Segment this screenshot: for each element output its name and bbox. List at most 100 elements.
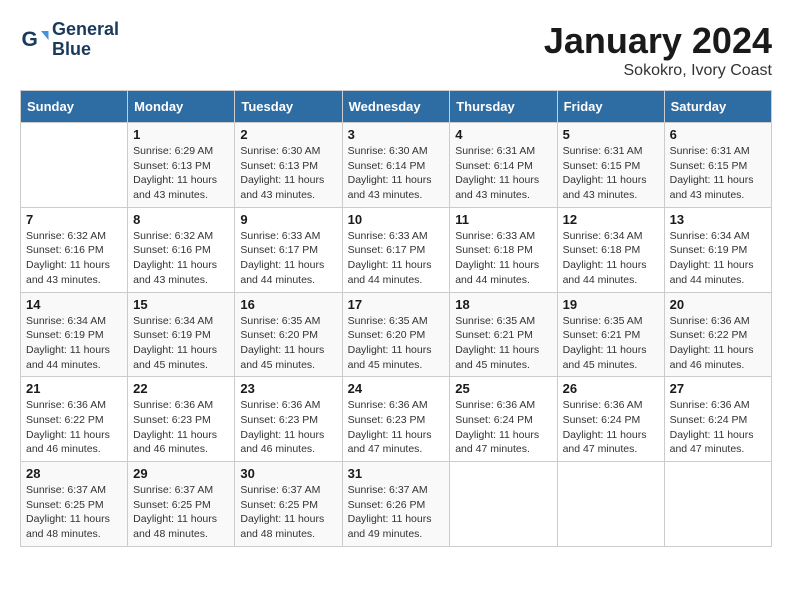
column-header-monday: Monday — [128, 91, 235, 123]
day-number: 11 — [455, 212, 551, 227]
day-number: 25 — [455, 381, 551, 396]
day-info: Sunrise: 6:36 AMSunset: 6:24 PMDaylight:… — [563, 398, 659, 457]
column-header-sunday: Sunday — [21, 91, 128, 123]
logo-icon: G — [20, 25, 50, 55]
calendar-cell: 23Sunrise: 6:36 AMSunset: 6:23 PMDayligh… — [235, 377, 342, 462]
day-number: 13 — [670, 212, 766, 227]
calendar-cell — [450, 462, 557, 547]
day-info: Sunrise: 6:33 AMSunset: 6:17 PMDaylight:… — [348, 229, 445, 288]
day-info: Sunrise: 6:34 AMSunset: 6:19 PMDaylight:… — [670, 229, 766, 288]
day-number: 31 — [348, 466, 445, 481]
month-title: January 2024 — [544, 20, 772, 62]
calendar-week-1: 1 Sunrise: 6:29 AMSunset: 6:13 PMDaylight… — [21, 123, 772, 208]
day-number: 6 — [670, 127, 766, 142]
page-header: G General Blue January 2024 Sokokro, Ivo… — [20, 20, 772, 80]
day-info: Sunrise: 6:36 AMSunset: 6:22 PMDaylight:… — [670, 314, 766, 373]
calendar-cell: 29Sunrise: 6:37 AMSunset: 6:25 PMDayligh… — [128, 462, 235, 547]
logo-line2: Blue — [52, 40, 119, 60]
day-number: 16 — [240, 297, 336, 312]
day-number: 15 — [133, 297, 229, 312]
day-info: Sunrise: 6:36 AMSunset: 6:24 PMDaylight:… — [670, 398, 766, 457]
day-number: 20 — [670, 297, 766, 312]
calendar-week-4: 21Sunrise: 6:36 AMSunset: 6:22 PMDayligh… — [21, 377, 772, 462]
day-info: Sunrise: 6:35 AMSunset: 6:20 PMDaylight:… — [240, 314, 336, 373]
day-info: Sunrise: 6:36 AMSunset: 6:24 PMDaylight:… — [455, 398, 551, 457]
day-info: Sunrise: 6:31 AMSunset: 6:15 PMDaylight:… — [563, 144, 659, 203]
calendar-cell: 11 Sunrise: 6:33 AMSunset: 6:18 PMDayligh… — [450, 207, 557, 292]
day-info: Sunrise: 6:36 AMSunset: 6:23 PMDaylight:… — [240, 398, 336, 457]
calendar-cell: 6 Sunrise: 6:31 AMSunset: 6:15 PMDaylight… — [664, 123, 771, 208]
day-number: 18 — [455, 297, 551, 312]
day-info: Sunrise: 6:37 AMSunset: 6:25 PMDaylight:… — [240, 483, 336, 542]
day-number: 2 — [240, 127, 336, 142]
calendar-table: SundayMondayTuesdayWednesdayThursdayFrid… — [20, 90, 772, 547]
day-info: Sunrise: 6:34 AMSunset: 6:18 PMDaylight:… — [563, 229, 659, 288]
calendar-week-2: 7 Sunrise: 6:32 AMSunset: 6:16 PMDaylight… — [21, 207, 772, 292]
day-info: Sunrise: 6:37 AMSunset: 6:25 PMDaylight:… — [133, 483, 229, 542]
calendar-week-5: 28 Sunrise: 6:37 AMSunset: 6:25 PMDayligh… — [21, 462, 772, 547]
day-info: Sunrise: 6:31 AMSunset: 6:14 PMDaylight:… — [455, 144, 551, 203]
day-number: 21 — [26, 381, 122, 396]
calendar-cell: 19Sunrise: 6:35 AMSunset: 6:21 PMDayligh… — [557, 292, 664, 377]
day-info: Sunrise: 6:36 AMSunset: 6:23 PMDaylight:… — [133, 398, 229, 457]
column-header-wednesday: Wednesday — [342, 91, 450, 123]
location: Sokokro, Ivory Coast — [544, 62, 772, 80]
calendar-week-3: 14Sunrise: 6:34 AMSunset: 6:19 PMDayligh… — [21, 292, 772, 377]
svg-text:G: G — [22, 28, 38, 51]
column-header-thursday: Thursday — [450, 91, 557, 123]
day-number: 27 — [670, 381, 766, 396]
calendar-cell: 27 Sunrise: 6:36 AMSunset: 6:24 PMDayligh… — [664, 377, 771, 462]
logo-text: General Blue — [52, 20, 119, 60]
logo: G General Blue — [20, 20, 119, 60]
calendar-cell: 2Sunrise: 6:30 AMSunset: 6:13 PMDaylight… — [235, 123, 342, 208]
day-number: 24 — [348, 381, 445, 396]
calendar-cell: 17Sunrise: 6:35 AMSunset: 6:20 PMDayligh… — [342, 292, 450, 377]
day-info: Sunrise: 6:29 AMSunset: 6:13 PMDaylight:… — [133, 144, 229, 203]
calendar-cell: 13 Sunrise: 6:34 AMSunset: 6:19 PMDayligh… — [664, 207, 771, 292]
day-number: 1 — [133, 127, 229, 142]
day-number: 9 — [240, 212, 336, 227]
day-number: 19 — [563, 297, 659, 312]
calendar-cell: 28 Sunrise: 6:37 AMSunset: 6:25 PMDayligh… — [21, 462, 128, 547]
calendar-cell: 12Sunrise: 6:34 AMSunset: 6:18 PMDayligh… — [557, 207, 664, 292]
calendar-cell: 21Sunrise: 6:36 AMSunset: 6:22 PMDayligh… — [21, 377, 128, 462]
day-info: Sunrise: 6:32 AMSunset: 6:16 PMDaylight:… — [133, 229, 229, 288]
calendar-cell: 16 Sunrise: 6:35 AMSunset: 6:20 PMDayligh… — [235, 292, 342, 377]
calendar-cell: 10 Sunrise: 6:33 AMSunset: 6:17 PMDayligh… — [342, 207, 450, 292]
day-number: 22 — [133, 381, 229, 396]
calendar-cell: 26Sunrise: 6:36 AMSunset: 6:24 PMDayligh… — [557, 377, 664, 462]
calendar-cell — [21, 123, 128, 208]
day-info: Sunrise: 6:34 AMSunset: 6:19 PMDaylight:… — [133, 314, 229, 373]
day-number: 7 — [26, 212, 122, 227]
day-number: 5 — [563, 127, 659, 142]
calendar-cell: 24 Sunrise: 6:36 AMSunset: 6:23 PMDayligh… — [342, 377, 450, 462]
day-info: Sunrise: 6:31 AMSunset: 6:15 PMDaylight:… — [670, 144, 766, 203]
calendar-cell: 4 Sunrise: 6:31 AMSunset: 6:14 PMDaylight… — [450, 123, 557, 208]
day-info: Sunrise: 6:32 AMSunset: 6:16 PMDaylight:… — [26, 229, 122, 288]
calendar-cell — [557, 462, 664, 547]
column-header-friday: Friday — [557, 91, 664, 123]
day-info: Sunrise: 6:35 AMSunset: 6:21 PMDaylight:… — [455, 314, 551, 373]
calendar-cell: 5 Sunrise: 6:31 AMSunset: 6:15 PMDaylight… — [557, 123, 664, 208]
day-number: 10 — [348, 212, 445, 227]
calendar-cell — [664, 462, 771, 547]
calendar-cell: 9Sunrise: 6:33 AMSunset: 6:17 PMDaylight… — [235, 207, 342, 292]
calendar-cell: 8 Sunrise: 6:32 AMSunset: 6:16 PMDaylight… — [128, 207, 235, 292]
column-header-saturday: Saturday — [664, 91, 771, 123]
calendar-cell: 31Sunrise: 6:37 AMSunset: 6:26 PMDayligh… — [342, 462, 450, 547]
day-info: Sunrise: 6:37 AMSunset: 6:25 PMDaylight:… — [26, 483, 122, 542]
calendar-cell: 20 Sunrise: 6:36 AMSunset: 6:22 PMDayligh… — [664, 292, 771, 377]
day-number: 4 — [455, 127, 551, 142]
calendar-body: 1 Sunrise: 6:29 AMSunset: 6:13 PMDaylight… — [21, 123, 772, 547]
calendar-cell: 30 Sunrise: 6:37 AMSunset: 6:25 PMDayligh… — [235, 462, 342, 547]
calendar-cell: 25 Sunrise: 6:36 AMSunset: 6:24 PMDayligh… — [450, 377, 557, 462]
day-info: Sunrise: 6:33 AMSunset: 6:18 PMDaylight:… — [455, 229, 551, 288]
logo-line1: General — [52, 20, 119, 40]
day-number: 8 — [133, 212, 229, 227]
day-number: 28 — [26, 466, 122, 481]
day-number: 3 — [348, 127, 445, 142]
day-info: Sunrise: 6:36 AMSunset: 6:23 PMDaylight:… — [348, 398, 445, 457]
column-header-tuesday: Tuesday — [235, 91, 342, 123]
day-info: Sunrise: 6:34 AMSunset: 6:19 PMDaylight:… — [26, 314, 122, 373]
day-number: 30 — [240, 466, 336, 481]
